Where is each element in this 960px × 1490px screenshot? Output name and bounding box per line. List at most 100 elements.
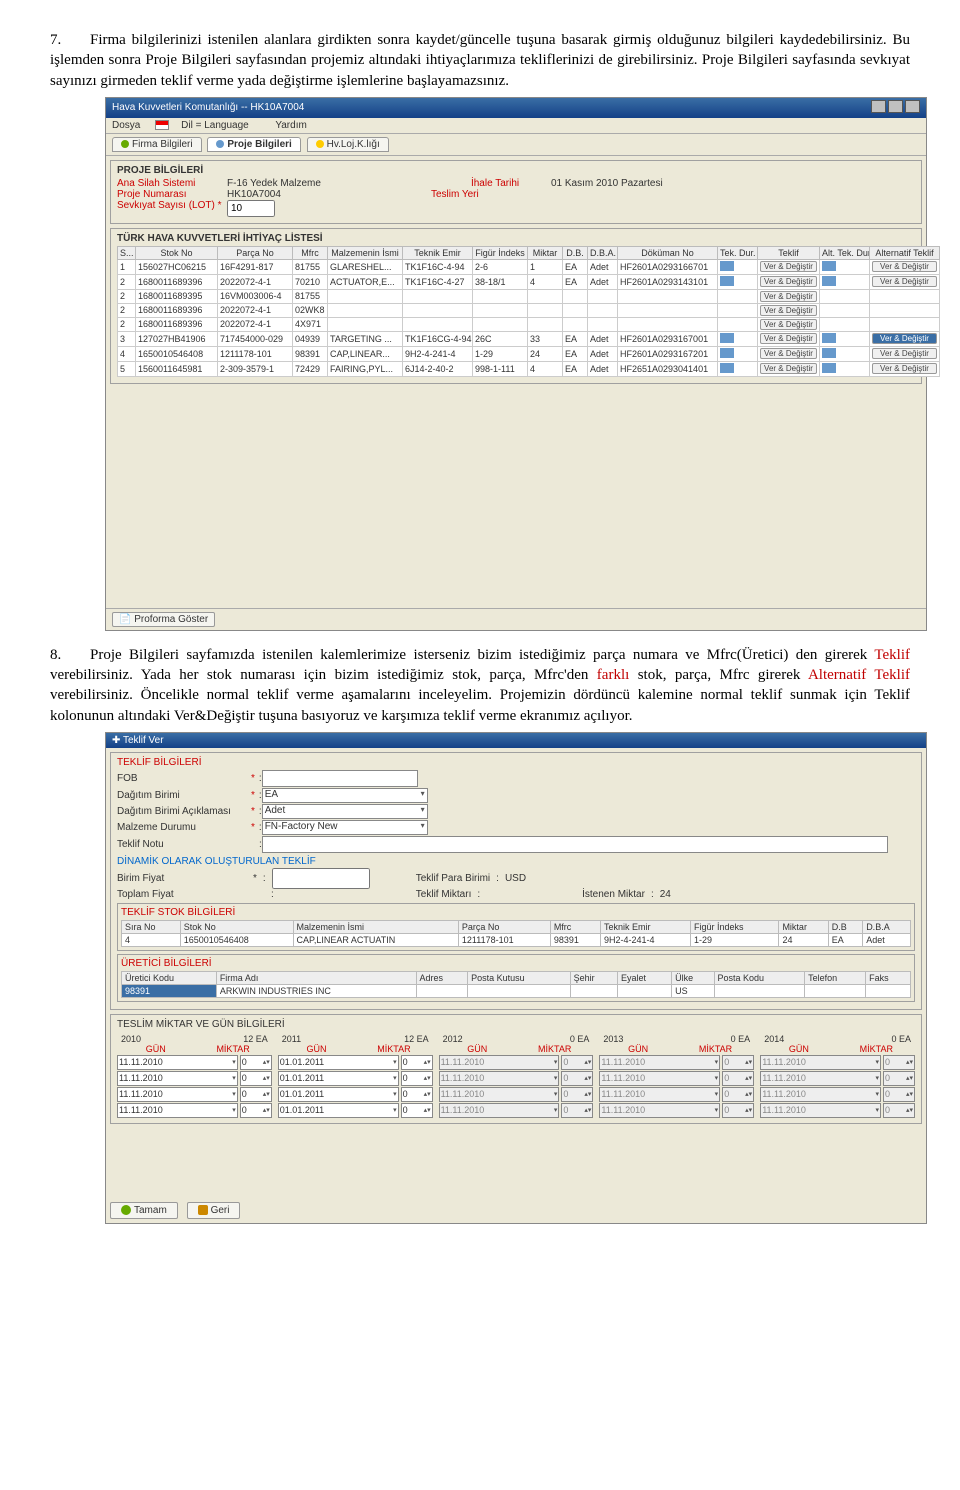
proje-legend: PROJE BİLGİLERİ <box>117 165 915 176</box>
paragraph-7-text: Firma bilgilerinizi istenilen alanlara g… <box>50 32 910 89</box>
quantity-stepper[interactable]: 0▴▾ <box>401 1103 433 1118</box>
tab-hv[interactable]: Hv.Loj.K.lığı <box>307 137 389 152</box>
menu-dil[interactable]: Dil = Language <box>155 120 261 131</box>
empty-area <box>106 388 926 608</box>
tabs: Firma Bilgileri Proje Bilgileri Hv.Loj.K… <box>106 134 926 156</box>
table-header: Teknik Emir <box>403 246 473 259</box>
value-ana-silah: F-16 Yedek Malzeme <box>227 178 321 189</box>
input-fob[interactable] <box>262 770 418 787</box>
quantity-stepper[interactable]: 0▴▾ <box>240 1087 272 1102</box>
flag-icon <box>155 120 169 130</box>
value-proje-no: HK10A7004 <box>227 189 281 200</box>
quantity-stepper[interactable]: 0▴▾ <box>240 1055 272 1070</box>
label-dagitim-acik: Dağıtım Birimi Açıklaması <box>117 806 247 817</box>
table-row: 216800116893962022072-4-170210ACTUATOR,E… <box>118 274 940 289</box>
date-picker[interactable]: 01.01.2011▾ <box>278 1103 399 1118</box>
tab-proje[interactable]: Proje Bilgileri <box>207 137 300 152</box>
date-picker[interactable]: 01.01.2011▾ <box>278 1087 399 1102</box>
window-titlebar: Hava Kuvvetleri Komutanlığı -- HK10A7004 <box>106 98 926 118</box>
uretici-panel: ÜRETİCİ BİLGİLERİ Üretici KoduFirma AdıA… <box>117 954 915 1002</box>
ver-degistir-button[interactable]: Ver & Değiştir <box>760 291 817 302</box>
paragraph-8: 8. Proje Bilgileri sayfamızda istenilen … <box>50 645 910 726</box>
ver-degistir-button[interactable]: Ver & Değiştir <box>760 363 817 374</box>
alternatif-teklif-button[interactable]: Ver & Değiştir <box>872 261 937 272</box>
tamam-button[interactable]: Tamam <box>110 1202 178 1219</box>
input-teklif-notu[interactable] <box>262 836 888 853</box>
date-picker[interactable]: 11.11.2010▾ <box>117 1071 238 1086</box>
label-teklif-miktari: Teklif Miktarı <box>416 889 472 900</box>
date-picker: 11.11.2010▾ <box>760 1087 881 1102</box>
input-birim-fiyat[interactable] <box>272 868 370 889</box>
alternatif-teklif-button[interactable]: Ver & Değiştir <box>872 333 937 344</box>
geri-button[interactable]: Geri <box>187 1202 241 1219</box>
table-header: S... <box>118 246 136 259</box>
date-picker[interactable]: 11.11.2010▾ <box>117 1103 238 1118</box>
label-ana-silah: Ana Silah Sistemi <box>117 178 227 189</box>
table-row: 41650010546408CAP,LINEAR ACTUATIN1211178… <box>122 933 911 946</box>
dot-icon <box>121 140 129 148</box>
table-row: 216800116893962022072-4-102WK8Ver & Deği… <box>118 303 940 317</box>
ver-degistir-button[interactable]: Ver & Değiştir <box>760 319 817 330</box>
quantity-stepper: 0▴▾ <box>561 1055 593 1070</box>
stok-table: Sıra NoStok NoMalzemenin İsmiParça NoMfr… <box>121 920 911 947</box>
date-picker[interactable]: 01.01.2011▾ <box>278 1055 399 1070</box>
quantity-stepper: 0▴▾ <box>722 1071 754 1086</box>
year-column: 201112 EAGÜNMİKTAR01.01.2011▾0▴▾01.01.20… <box>278 1034 433 1119</box>
date-picker: 11.11.2010▾ <box>599 1055 720 1070</box>
quantity-stepper: 0▴▾ <box>561 1087 593 1102</box>
table-header: Döküman No <box>618 246 718 259</box>
alternatif-teklif-button[interactable]: Ver & Değiştir <box>872 363 937 374</box>
select-dagitim-acik[interactable]: Adet <box>262 804 428 819</box>
label-sevkiat: Sevkıyat Sayısı (LOT) * <box>117 200 227 217</box>
value-istenen-miktar: 24 <box>660 889 671 900</box>
quantity-stepper: 0▴▾ <box>722 1087 754 1102</box>
date-picker: 11.11.2010▾ <box>599 1087 720 1102</box>
quantity-stepper[interactable]: 0▴▾ <box>401 1055 433 1070</box>
window-buttons[interactable] <box>869 100 920 116</box>
footer-buttons: Tamam Geri <box>106 1198 926 1223</box>
quantity-stepper: 0▴▾ <box>883 1103 915 1118</box>
tab-firma[interactable]: Firma Bilgileri <box>112 137 202 152</box>
date-picker: 11.11.2010▾ <box>439 1087 560 1102</box>
table-row: 98391ARKWIN INDUSTRIES INCUS <box>122 984 911 997</box>
select-para-birimi[interactable]: USD <box>505 873 555 884</box>
liste-legend: TÜRK HAVA KUVVETLERİ İHTİYAÇ LİSTESİ <box>117 233 915 244</box>
teklif-legend: TEKLİF BİLGİLERİ <box>117 757 915 768</box>
window-title: Hava Kuvvetleri Komutanlığı -- HK10A7004 <box>112 102 304 113</box>
label-dagitim: Dağıtım Birimi <box>117 790 247 801</box>
teslim-legend: TESLİM MİKTAR VE GÜN BİLGİLERİ <box>117 1019 915 1030</box>
table-row: 216800116893962022072-4-14X971Ver & Deği… <box>118 317 940 331</box>
dot-icon <box>316 140 324 148</box>
quantity-stepper[interactable]: 0▴▾ <box>240 1071 272 1086</box>
label-toplam-fiyat: Toplam Fiyat <box>117 889 247 900</box>
date-picker: 11.11.2010▾ <box>439 1055 560 1070</box>
select-malzeme[interactable]: FN-Factory New <box>262 820 428 835</box>
quantity-stepper[interactable]: 0▴▾ <box>401 1071 433 1086</box>
table-header: Figür İndeks <box>473 246 528 259</box>
empty-area-2 <box>106 1128 926 1198</box>
quantity-stepper[interactable]: 0▴▾ <box>401 1087 433 1102</box>
ver-degistir-button[interactable]: Ver & Değiştir <box>760 348 817 359</box>
ver-degistir-button[interactable]: Ver & Değiştir <box>760 261 817 272</box>
menubar[interactable]: Dosya Dil = Language Yardım <box>106 118 926 134</box>
ver-degistir-button[interactable]: Ver & Değiştir <box>760 276 817 287</box>
select-dagitim[interactable]: EA <box>262 788 428 803</box>
date-picker[interactable]: 11.11.2010▾ <box>117 1055 238 1070</box>
menu-dosya[interactable]: Dosya <box>112 120 140 131</box>
table-header: Malzemenin İsmi <box>328 246 403 259</box>
ihtiyac-table: S...Stok NoParça NoMfrcMalzemenin İsmiTe… <box>117 246 940 377</box>
label-ihale: İhale Tarihi <box>471 178 551 189</box>
ver-degistir-button[interactable]: Ver & Değiştir <box>760 305 817 316</box>
proforma-button[interactable]: 📄 Proforma Göster <box>112 612 215 627</box>
alternatif-teklif-button[interactable]: Ver & Değiştir <box>872 348 937 359</box>
menu-yardim[interactable]: Yardım <box>275 120 307 131</box>
alternatif-teklif-button[interactable]: Ver & Değiştir <box>872 276 937 287</box>
input-sevkiat[interactable] <box>227 200 275 217</box>
ver-degistir-button[interactable]: Ver & Değiştir <box>760 333 817 344</box>
stok-legend: TEKLİF STOK BİLGİLERİ <box>121 907 911 918</box>
quantity-stepper[interactable]: 0▴▾ <box>240 1103 272 1118</box>
date-picker: 11.11.2010▾ <box>760 1103 881 1118</box>
date-picker[interactable]: 11.11.2010▾ <box>117 1087 238 1102</box>
date-picker[interactable]: 01.01.2011▾ <box>278 1071 399 1086</box>
uretici-table: Üretici KoduFirma AdıAdresPosta KutusuŞe… <box>121 971 911 998</box>
